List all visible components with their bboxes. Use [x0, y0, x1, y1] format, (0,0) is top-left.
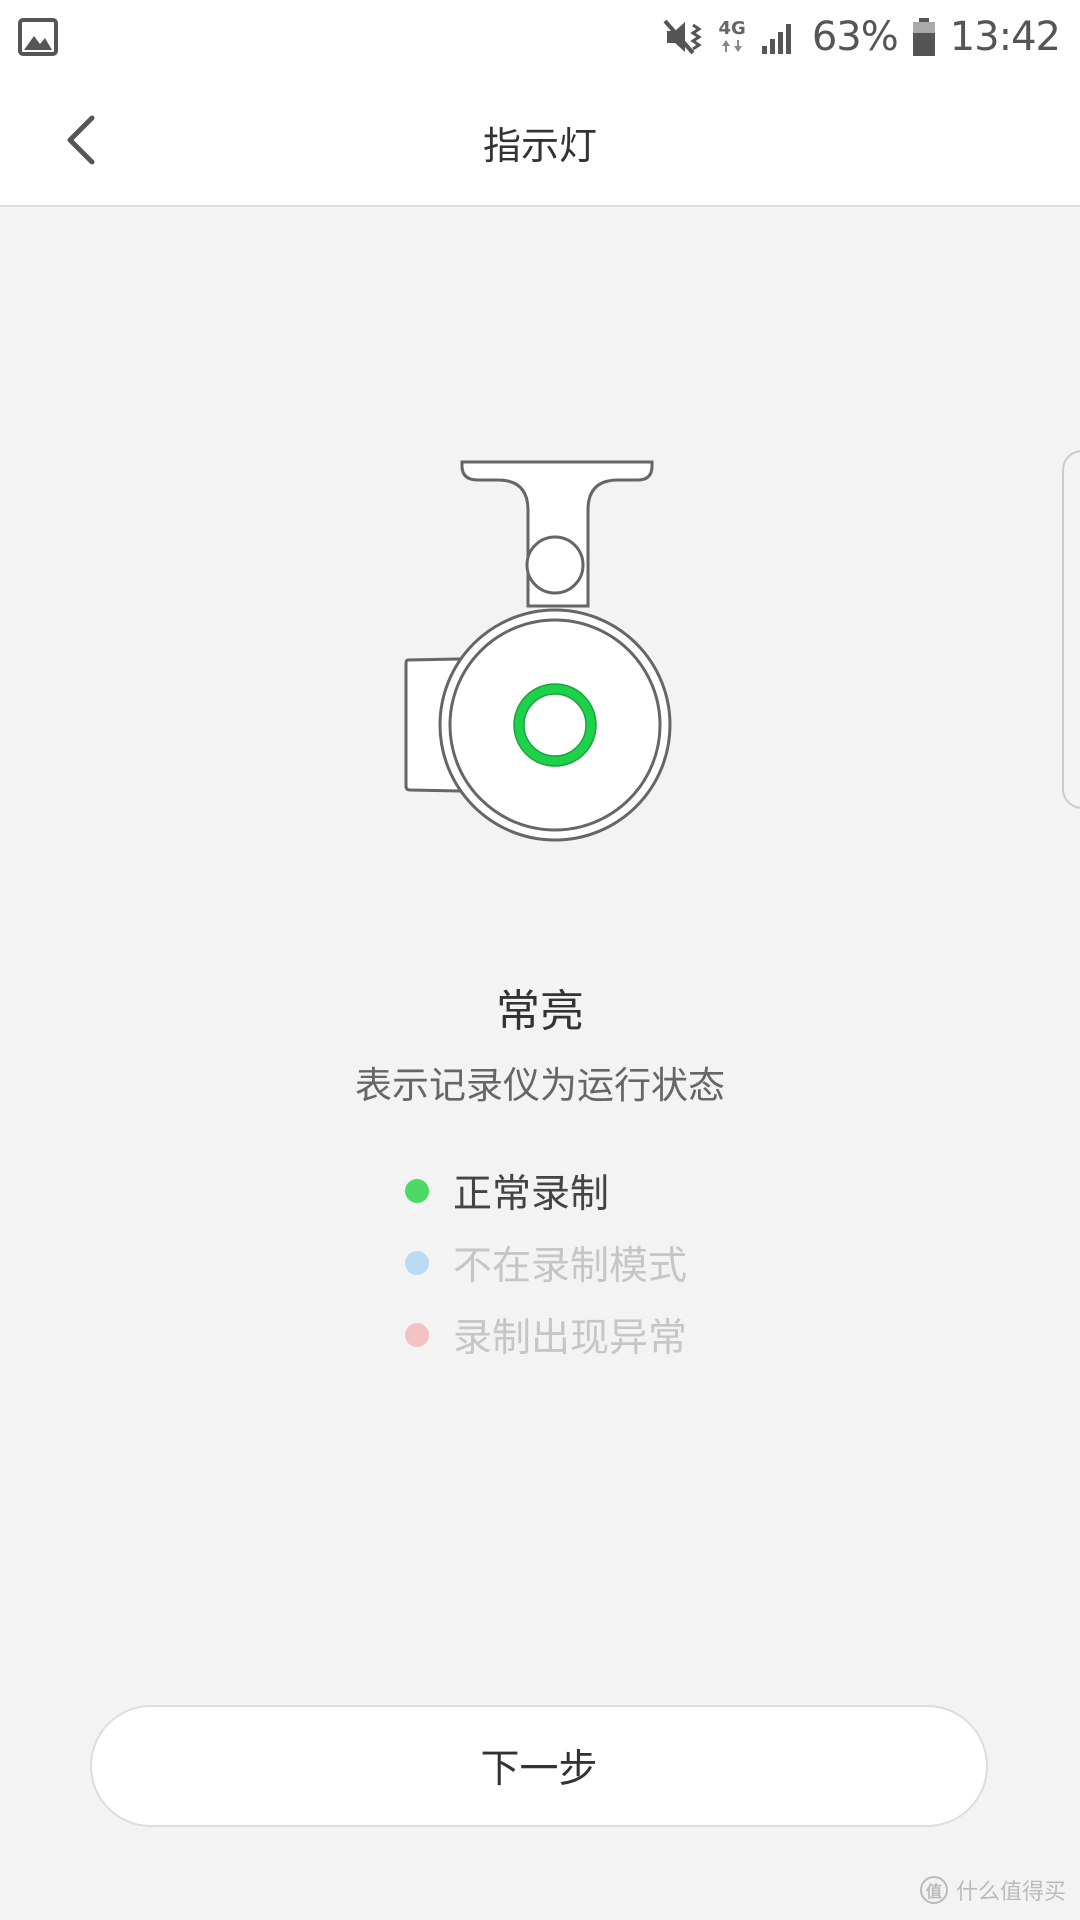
legend-label: 录制出现异常 [453, 1316, 688, 1361]
blue-dot-icon [405, 1251, 429, 1275]
next-step-button[interactable]: 下一步 [90, 1705, 988, 1827]
green-dot-icon [405, 1179, 429, 1203]
clock: 13:42 [949, 14, 1061, 60]
watermark-text: 什么值得买 [955, 1880, 1066, 1905]
status-description: 表示记录仪为运行状态 [355, 1064, 725, 1107]
watermark: 值 什么值得买 [919, 1874, 1066, 1906]
app-header: 指示灯 [0, 75, 1080, 207]
legend-label: 不在录制模式 [453, 1244, 688, 1289]
network-4g-icon: 4G [719, 20, 746, 54]
legend: 正常录制 不在录制模式 录制出现异常 [405, 1155, 805, 1371]
side-drawer-handle[interactable] [1062, 450, 1080, 809]
next-step-label: 下一步 [480, 1747, 598, 1792]
signal-icon [760, 18, 798, 56]
legend-item-normal-recording: 正常录制 [405, 1155, 805, 1227]
legend-item-recording-error: 录制出现异常 [405, 1299, 805, 1371]
mute-vibrate-icon [662, 17, 705, 57]
legend-label: 正常录制 [453, 1172, 610, 1217]
page-title: 指示灯 [482, 124, 597, 168]
watermark-logo-icon: 值 [919, 1876, 948, 1904]
legend-item-not-recording: 不在录制模式 [405, 1227, 805, 1299]
status-icons: 4G 63% 13:42 [662, 12, 1061, 62]
gallery-icon [18, 18, 58, 56]
battery-percent: 63% [811, 14, 899, 60]
dashcam-illustration [390, 440, 690, 860]
red-dot-icon [405, 1323, 429, 1347]
battery-icon [912, 17, 936, 57]
status-bar: 4G 63% 13:42 [0, 0, 1080, 75]
status-heading: 常亮 [496, 986, 584, 1037]
